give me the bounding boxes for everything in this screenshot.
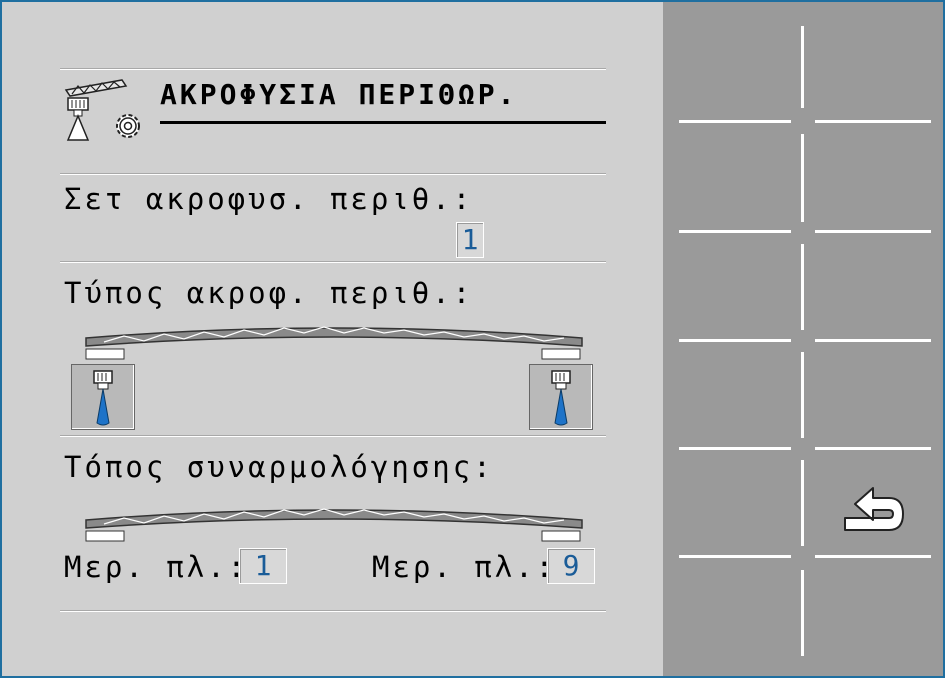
nozzle-icon bbox=[93, 370, 113, 426]
grid-line bbox=[801, 570, 804, 656]
right-edge-nozzle-button[interactable] bbox=[529, 364, 593, 430]
title-underline bbox=[160, 121, 606, 124]
softkey-8[interactable] bbox=[805, 233, 943, 340]
terminal-frame: ΑΚΡΟΦΥΣΙΑ ΠΕΡΙΘΩΡ. Σετ ακροφυσ. περιθ.: … bbox=[0, 0, 945, 678]
left-section-value[interactable]: 1 bbox=[239, 548, 287, 584]
back-softkey[interactable] bbox=[805, 450, 943, 556]
divider bbox=[60, 611, 606, 612]
grid-line bbox=[815, 447, 931, 450]
divider bbox=[60, 436, 606, 437]
grid-line bbox=[679, 447, 791, 450]
nozzle-icon bbox=[551, 370, 571, 426]
boom-graphic bbox=[84, 322, 584, 362]
edge-nozzle-set-label: Σετ ακροφυσ. περιθ.: bbox=[64, 182, 474, 216]
grid-line bbox=[801, 26, 804, 108]
right-section-label: Μερ. πλ.: bbox=[372, 550, 557, 584]
softkey-2[interactable] bbox=[663, 123, 802, 231]
grid-line bbox=[679, 339, 791, 342]
grid-line bbox=[815, 230, 931, 233]
left-section-label: Μερ. πλ.: bbox=[64, 550, 249, 584]
grid-line bbox=[815, 120, 931, 123]
grid-line bbox=[801, 244, 804, 330]
grid-line bbox=[815, 555, 931, 558]
softkey-5[interactable] bbox=[663, 450, 802, 556]
boom-graphic bbox=[84, 504, 584, 544]
grid-line bbox=[815, 339, 931, 342]
page-title: ΑΚΡΟΦΥΣΙΑ ΠΕΡΙΘΩΡ. bbox=[160, 78, 518, 111]
grid-line bbox=[801, 134, 804, 222]
grid-line bbox=[801, 352, 804, 438]
softkey-4[interactable] bbox=[663, 342, 802, 448]
left-edge-nozzle-button[interactable] bbox=[71, 364, 135, 430]
grid-line bbox=[679, 555, 791, 558]
softkey-6[interactable] bbox=[805, 2, 943, 121]
divider bbox=[60, 262, 606, 263]
edge-nozzle-type-label: Τύπος ακροφ. περιθ.: bbox=[64, 276, 474, 310]
grid-line bbox=[801, 460, 804, 546]
divider bbox=[60, 174, 606, 175]
softkey-1[interactable] bbox=[663, 2, 802, 121]
grid-line bbox=[679, 120, 791, 123]
softkey-7[interactable] bbox=[805, 123, 943, 231]
main-panel: ΑΚΡΟΦΥΣΙΑ ΠΕΡΙΘΩΡ. Σετ ακροφυσ. περιθ.: … bbox=[2, 2, 663, 676]
softkey-9[interactable] bbox=[805, 342, 943, 448]
grid-line bbox=[679, 230, 791, 233]
softkey-3[interactable] bbox=[663, 233, 802, 340]
divider bbox=[60, 69, 606, 70]
right-section-value[interactable]: 9 bbox=[547, 548, 595, 584]
undo-arrow-icon bbox=[844, 487, 904, 531]
mounting-position-label: Τόπος συναρμολόγησης: bbox=[64, 450, 494, 484]
softkey-panel bbox=[663, 2, 943, 676]
edge-nozzles-icon bbox=[62, 76, 152, 148]
edge-nozzle-set-value[interactable]: 1 bbox=[456, 222, 484, 258]
